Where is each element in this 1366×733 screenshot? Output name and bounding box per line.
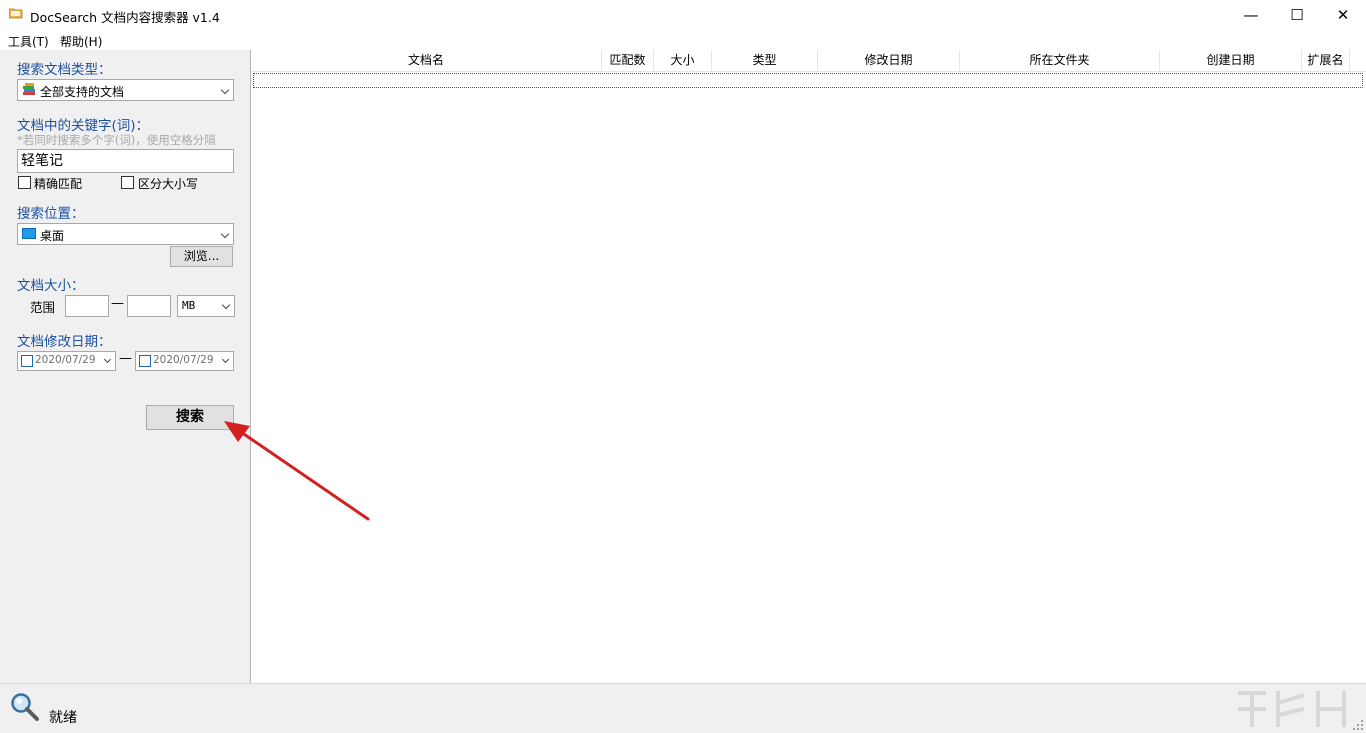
keyword-label: 文档中的关键字(词)： [17,118,150,134]
date-dash: — [119,351,132,366]
magnifier-icon [11,693,39,721]
case-sensitive-checkbox[interactable] [121,176,134,189]
focus-row [253,73,1363,88]
date-to-checkbox[interactable] [139,355,151,367]
maximize-button[interactable]: ☐ [1274,0,1320,30]
results-list[interactable]: 文档名 匹配数 大小 类型 修改日期 所在文件夹 创建日期 扩展名 [251,50,1366,683]
range-label: 范围 [30,300,56,315]
column-header-matches[interactable]: 匹配数 [602,50,654,71]
exact-match-checkbox[interactable] [18,176,31,189]
column-header-type[interactable]: 类型 [712,50,818,71]
location-label: 搜索位置： [17,206,85,222]
doc-type-label: 搜索文档类型： [17,62,112,78]
location-value: 桌面 [40,229,65,243]
case-sensitive-label: 区分大小写 [138,177,199,191]
size-max-input[interactable] [127,295,171,317]
doc-type-dropdown[interactable]: 全部支持的文档 [17,79,234,101]
date-from-picker[interactable]: 2020/07/29 [17,351,116,371]
chevron-down-icon [220,85,230,95]
close-button[interactable]: ✕ [1320,0,1366,30]
location-dropdown[interactable]: 桌面 [17,223,234,245]
keyword-input[interactable] [21,150,226,170]
keyword-hint: *若同时搜索多个字(词)，使用空格分隔 [17,133,216,147]
date-label: 文档修改日期： [17,334,112,350]
date-to-value: 2020/07/29 [153,354,214,366]
search-panel: 搜索文档类型： 全部支持的文档 文档中的关键字(词)： *若同时搜索多个字(词)… [0,50,251,683]
range-dash: — [111,296,124,311]
title-bar: DocSearch 文档内容搜索器 v1.4 — ☐ ✕ [0,0,1366,30]
size-min-input[interactable] [65,295,109,317]
browse-button[interactable]: 浏览... [170,246,233,267]
chevron-down-icon [103,355,112,364]
window-title: DocSearch 文档内容搜索器 v1.4 [30,10,220,25]
size-unit-dropdown[interactable]: MB [177,295,235,317]
minimize-button[interactable]: — [1228,0,1274,30]
menu-help[interactable]: 帮助(H) [60,33,102,50]
folder-app-icon [9,8,23,19]
search-button[interactable]: 搜索 [146,405,234,430]
site-watermark-logo [1238,691,1346,727]
size-label: 文档大小： [17,278,85,294]
chevron-down-icon [220,229,230,239]
chevron-down-icon [221,355,230,364]
keyword-field[interactable] [17,149,234,173]
column-header-size[interactable]: 大小 [654,50,712,71]
chevron-down-icon [221,300,231,310]
status-bar: 就绪 [0,683,1366,733]
menu-tools[interactable]: 工具(T) [8,33,49,50]
exact-match-label: 精确匹配 [34,177,83,191]
status-text: 就绪 [49,710,77,726]
column-header-folder[interactable]: 所在文件夹 [960,50,1160,71]
column-header-modified[interactable]: 修改日期 [818,50,960,71]
column-header-extension[interactable]: 扩展名 [1302,50,1350,71]
column-header-name[interactable]: 文档名 [251,50,602,71]
date-from-value: 2020/07/29 [35,354,96,366]
date-from-checkbox[interactable] [21,355,33,367]
results-header: 文档名 匹配数 大小 类型 修改日期 所在文件夹 创建日期 扩展名 [251,50,1366,72]
doc-type-value: 全部支持的文档 [40,85,125,99]
size-unit-value: MB [182,299,196,312]
desktop-folder-icon [22,228,36,239]
books-icon [23,83,35,95]
date-to-picker[interactable]: 2020/07/29 [135,351,234,371]
column-header-created[interactable]: 创建日期 [1160,50,1302,71]
menu-bar: 工具(T) 帮助(H) [0,30,1366,50]
